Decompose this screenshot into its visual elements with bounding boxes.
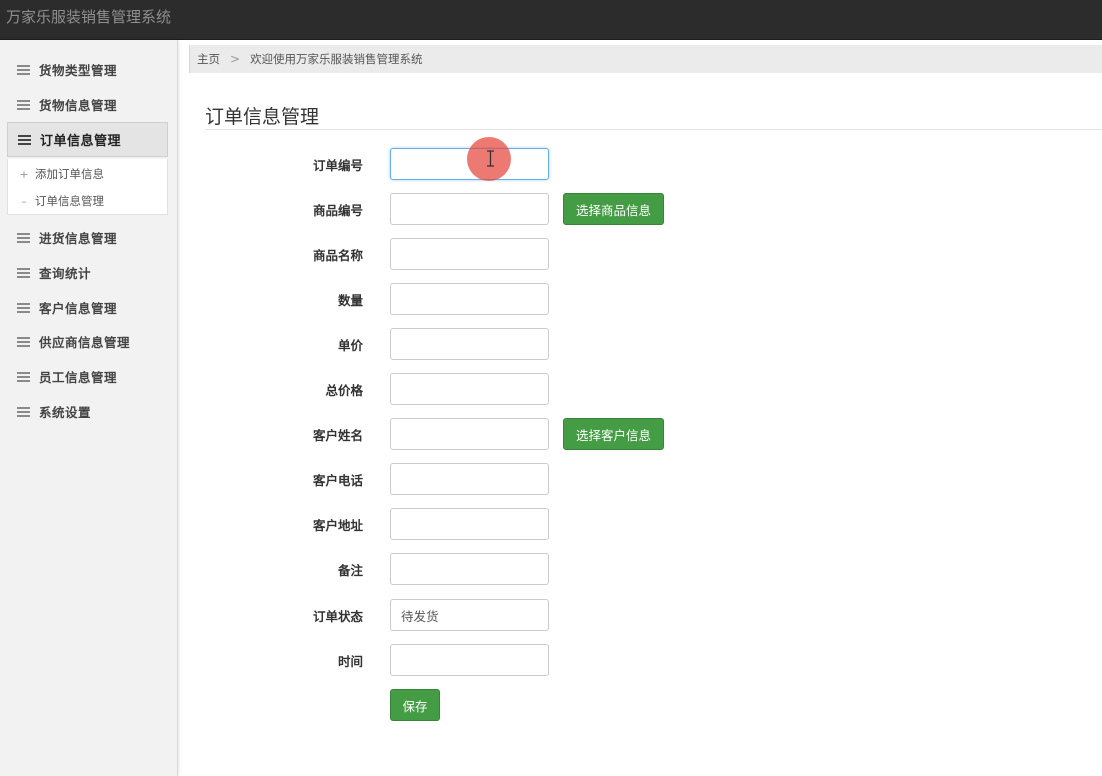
page-title: 订单信息管理 (205, 106, 320, 128)
sidebar-item-query-stats[interactable]: 查询统计 (0, 255, 170, 290)
total-price-input[interactable] (390, 373, 549, 405)
remarks-label: 备注 (337, 563, 363, 578)
order-status-label: 订单状态 (312, 609, 363, 624)
sidebar-item-label: 查询统计 (39, 266, 92, 281)
product-no-label: 商品编号 (312, 203, 363, 218)
remarks-input[interactable] (390, 553, 549, 585)
sidebar-item-label: 员工信息管理 (39, 370, 118, 385)
sidebar: 货物类型管理 货物信息管理 订单信息管理 + 添加订单信息 – 订单信息管理 进… (0, 40, 178, 776)
sidebar-item-customer-info[interactable]: 客户信息管理 (0, 290, 170, 325)
customer-phone-label: 客户电话 (312, 473, 363, 488)
quantity-input[interactable] (390, 283, 549, 315)
menu-lines-icon (17, 267, 30, 278)
sidebar-item-label: 货物信息管理 (39, 98, 118, 113)
menu-lines-icon (17, 99, 30, 110)
title-divider (205, 129, 1102, 130)
text-cursor-icon (487, 150, 494, 167)
plus-icon: + (19, 167, 29, 181)
customer-name-label: 客户姓名 (312, 428, 363, 443)
submenu-item-order-manage[interactable]: – 订单信息管理 (8, 188, 167, 214)
top-navbar: 万家乐服装销售管理系统 (0, 0, 1102, 40)
menu-lines-icon (17, 232, 30, 243)
sidebar-item-label: 订单信息管理 (40, 134, 122, 149)
breadcrumb-current: 欢迎使用万家乐服装销售管理系统 (250, 52, 423, 66)
order-submenu: + 添加订单信息 – 订单信息管理 (7, 159, 168, 215)
form-row-customer-name: 客户姓名 选择客户信息 (200, 418, 680, 450)
form-row-time: 时间 (200, 644, 680, 676)
order-status-input[interactable] (390, 599, 549, 631)
menu-lines-icon (17, 371, 30, 382)
sidebar-item-order-info[interactable]: 订单信息管理 (7, 122, 168, 157)
submenu-item-add-order[interactable]: + 添加订单信息 (8, 161, 167, 187)
product-name-input[interactable] (390, 238, 549, 270)
menu-lines-icon (17, 302, 30, 313)
total-price-label: 总价格 (325, 383, 363, 398)
quantity-label: 数量 (337, 293, 363, 308)
sidebar-item-label: 货物类型管理 (39, 63, 118, 78)
form-row-remarks: 备注 (200, 553, 680, 585)
chevron-right-icon: > (230, 52, 241, 66)
submenu-item-label: 订单信息管理 (35, 194, 104, 208)
form-row-customer-address: 客户地址 (200, 508, 680, 540)
form-row-total-price: 总价格 (200, 373, 680, 405)
save-button[interactable]: 保存 (390, 689, 440, 721)
customer-phone-input[interactable] (390, 463, 549, 495)
sidebar-item-label: 进货信息管理 (39, 231, 118, 246)
sidebar-item-purchase-info[interactable]: 进货信息管理 (0, 220, 170, 255)
form-row-quantity: 数量 (200, 283, 680, 315)
time-label: 时间 (337, 654, 363, 669)
sidebar-item-label: 客户信息管理 (39, 301, 118, 316)
sidebar-item-label: 系统设置 (39, 405, 92, 420)
time-input[interactable] (390, 644, 549, 676)
submenu-item-label: 添加订单信息 (35, 167, 104, 181)
form-row-customer-phone: 客户电话 (200, 463, 680, 495)
sidebar-item-goods-type[interactable]: 货物类型管理 (0, 52, 170, 87)
unit-price-label: 单价 (337, 338, 363, 353)
order-no-label: 订单编号 (312, 158, 363, 173)
select-customer-button[interactable]: 选择客户信息 (563, 418, 664, 450)
dash-icon: – (21, 194, 27, 208)
customer-name-input[interactable] (390, 418, 549, 450)
sidebar-item-system-settings[interactable]: 系统设置 (0, 394, 170, 429)
menu-lines-icon (17, 64, 30, 75)
breadcrumb: 主页 > 欢迎使用万家乐服装销售管理系统 (189, 45, 1102, 73)
unit-price-input[interactable] (390, 328, 549, 360)
breadcrumb-home-link[interactable]: 主页 (197, 51, 220, 67)
sidebar-item-goods-info[interactable]: 货物信息管理 (0, 87, 170, 122)
form-row-order-status: 订单状态 (200, 599, 680, 631)
select-product-button[interactable]: 选择商品信息 (563, 193, 664, 225)
product-no-input[interactable] (390, 193, 549, 225)
form-row-product-no: 商品编号 选择商品信息 (200, 193, 680, 225)
form-row-order-no: 订单编号 (200, 148, 680, 180)
menu-lines-icon (17, 406, 30, 417)
app-title: 万家乐服装销售管理系统 (6, 8, 172, 26)
customer-address-label: 客户地址 (312, 518, 363, 533)
menu-lines-icon (18, 134, 31, 145)
product-name-label: 商品名称 (312, 248, 363, 263)
customer-address-input[interactable] (390, 508, 549, 540)
sidebar-item-label: 供应商信息管理 (39, 335, 131, 350)
menu-lines-icon (17, 336, 30, 347)
form-row-unit-price: 单价 (200, 328, 680, 360)
form-row-product-name: 商品名称 (200, 238, 680, 270)
sidebar-item-supplier-info[interactable]: 供应商信息管理 (0, 324, 170, 359)
sidebar-item-employee-info[interactable]: 员工信息管理 (0, 359, 170, 394)
